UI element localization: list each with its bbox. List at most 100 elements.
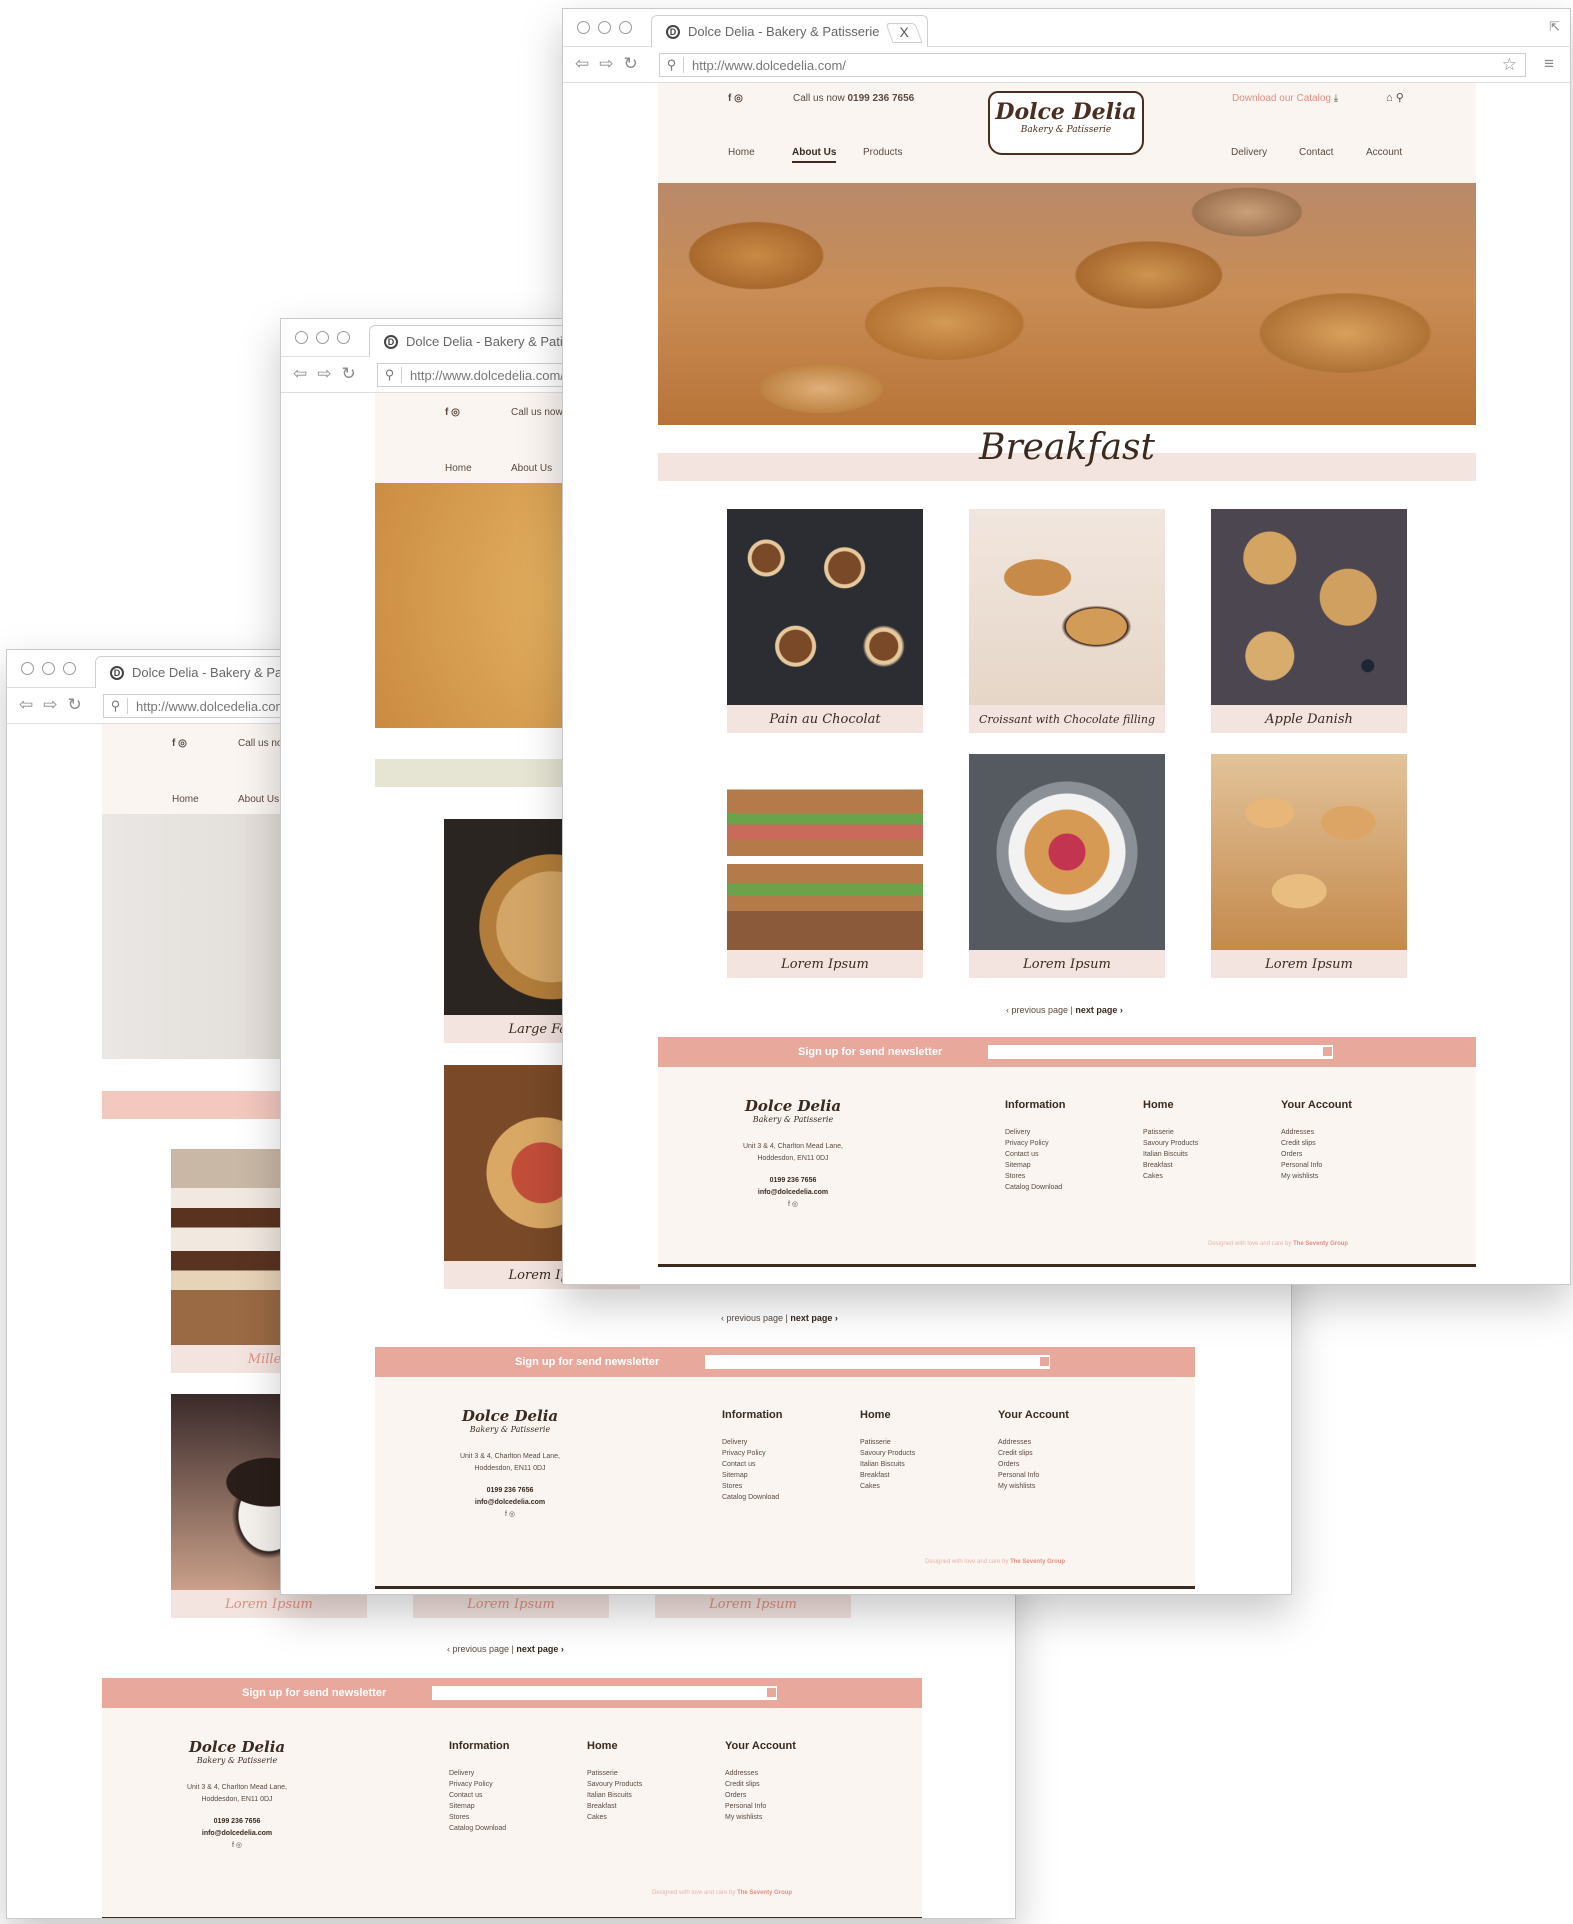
footer-social-icons[interactable]: f ◎	[147, 1840, 327, 1852]
footer-link[interactable]: Patisserie	[860, 1437, 915, 1448]
footer-link[interactable]: Privacy Policy	[1005, 1138, 1066, 1149]
footer-link[interactable]: Breakfast	[1143, 1160, 1198, 1171]
previous-page-link[interactable]: ‹ previous page |	[447, 1644, 514, 1654]
product-card[interactable]: Lorem Ipsum	[969, 754, 1165, 978]
footer-link[interactable]: Catalog Download	[722, 1492, 783, 1503]
social-icons[interactable]: f ◎	[445, 407, 460, 418]
product-card[interactable]: Lorem Ipsum	[655, 1592, 851, 1618]
footer-link[interactable]: Addresses	[998, 1437, 1069, 1448]
nav-home[interactable]: Home	[445, 463, 472, 474]
footer-link[interactable]: Orders	[998, 1459, 1069, 1470]
browser-tab[interactable]: D Dolce Delia - Bakery & Patisserie X	[651, 15, 928, 47]
footer-link[interactable]: My wishlists	[725, 1812, 796, 1823]
footer-link[interactable]: Sitemap	[449, 1801, 510, 1812]
reload-icon[interactable]: ↻	[624, 54, 638, 74]
footer-link[interactable]: Sitemap	[1005, 1160, 1066, 1171]
footer-link[interactable]: Patisserie	[587, 1768, 642, 1779]
footer-link[interactable]: Delivery	[449, 1768, 510, 1779]
next-page-link[interactable]: next page ›	[1075, 1005, 1123, 1015]
footer-link[interactable]: Personal Info	[998, 1470, 1069, 1481]
nav-about[interactable]: About Us	[511, 463, 552, 474]
footer-link[interactable]: Contact us	[449, 1790, 510, 1801]
footer-link[interactable]: Privacy Policy	[449, 1779, 510, 1790]
product-card[interactable]: Croissant with Chocolate filling	[969, 509, 1165, 733]
product-card[interactable]: Lorem Ipsum	[1211, 754, 1407, 978]
forward-icon[interactable]: ⇨	[317, 364, 331, 384]
footer-link[interactable]: Italian Biscuits	[587, 1790, 642, 1801]
window-controls[interactable]	[577, 21, 632, 34]
nav-about[interactable]: About Us	[792, 147, 837, 163]
footer-link[interactable]: My wishlists	[1281, 1171, 1352, 1182]
footer-link[interactable]: Contact us	[722, 1459, 783, 1470]
footer-link[interactable]: Orders	[725, 1790, 796, 1801]
window-resize-icon[interactable]: ⇱	[1549, 19, 1560, 35]
product-card[interactable]: Pain au Chocolat	[727, 509, 923, 733]
window-controls[interactable]	[21, 662, 76, 675]
product-card[interactable]: Lorem Ipsum	[413, 1592, 609, 1618]
download-catalog-link[interactable]: Download our Catalog ⤓	[1232, 93, 1338, 104]
footer-link[interactable]: Catalog Download	[449, 1823, 510, 1834]
footer-link[interactable]: Contact us	[1005, 1149, 1066, 1160]
footer-link[interactable]: Breakfast	[860, 1470, 915, 1481]
next-page-link[interactable]: next page ›	[516, 1644, 564, 1654]
next-page-link[interactable]: next page ›	[790, 1313, 838, 1323]
footer-link[interactable]: Sitemap	[722, 1470, 783, 1481]
previous-page-link[interactable]: ‹ previous page |	[1006, 1005, 1073, 1015]
site-logo[interactable]: Dolce Delia Bakery & Patisserie	[988, 91, 1144, 155]
footer-link[interactable]: Delivery	[1005, 1127, 1066, 1138]
product-card[interactable]: Apple Danish	[1211, 509, 1407, 733]
newsletter-input[interactable]	[705, 1355, 1050, 1369]
footer-email[interactable]: info@dolcedelia.com	[475, 1499, 545, 1506]
window-controls[interactable]	[295, 331, 350, 344]
previous-page-link[interactable]: ‹ previous page |	[721, 1313, 788, 1323]
footer-social-icons[interactable]: f ◎	[703, 1199, 883, 1211]
nav-delivery[interactable]: Delivery	[1231, 147, 1267, 158]
footer-link[interactable]: Cakes	[587, 1812, 642, 1823]
newsletter-input[interactable]	[432, 1686, 777, 1700]
footer-link[interactable]: Personal Info	[1281, 1160, 1352, 1171]
nav-products[interactable]: Products	[863, 147, 902, 158]
mail-icon[interactable]	[766, 1687, 777, 1698]
footer-link[interactable]: Savoury Products	[860, 1448, 915, 1459]
footer-link[interactable]: Addresses	[1281, 1127, 1352, 1138]
back-icon[interactable]: ⇦	[19, 695, 33, 715]
mail-icon[interactable]	[1322, 1046, 1333, 1057]
footer-email[interactable]: info@dolcedelia.com	[202, 1830, 272, 1837]
footer-link[interactable]: Savoury Products	[587, 1779, 642, 1790]
nav-home[interactable]: Home	[172, 794, 199, 805]
back-icon[interactable]: ⇦	[293, 364, 307, 384]
footer-link[interactable]: Italian Biscuits	[1143, 1149, 1198, 1160]
footer-link[interactable]: Credit slips	[998, 1448, 1069, 1459]
footer-link[interactable]: Credit slips	[1281, 1138, 1352, 1149]
newsletter-input[interactable]	[988, 1045, 1333, 1059]
forward-icon[interactable]: ⇨	[43, 695, 57, 715]
nav-home[interactable]: Home	[728, 147, 755, 158]
social-icons[interactable]: f ◎	[728, 93, 743, 104]
browser-menu-icon[interactable]: ≡	[1544, 54, 1554, 74]
footer-social-icons[interactable]: f ◎	[420, 1509, 600, 1521]
footer-link[interactable]: Savoury Products	[1143, 1138, 1198, 1149]
nav-account[interactable]: Account	[1366, 147, 1402, 158]
footer-link[interactable]: Credit slips	[725, 1779, 796, 1790]
footer-link[interactable]: Cakes	[1143, 1171, 1198, 1182]
footer-link[interactable]: Stores	[449, 1812, 510, 1823]
footer-link[interactable]: Personal Info	[725, 1801, 796, 1812]
footer-link[interactable]: Delivery	[722, 1437, 783, 1448]
url-field[interactable]: ⚲ http://www.dolcedelia.com/ ☆	[659, 53, 1526, 77]
reload-icon[interactable]: ↻	[342, 364, 356, 384]
cart-search-icons[interactable]: ⌂ ⚲	[1386, 91, 1404, 104]
product-card[interactable]: Lorem Ipsum	[727, 754, 923, 978]
nav-contact[interactable]: Contact	[1299, 147, 1333, 158]
footer-link[interactable]: My wishlists	[998, 1481, 1069, 1492]
footer-link[interactable]: Cakes	[860, 1481, 915, 1492]
footer-email[interactable]: info@dolcedelia.com	[758, 1189, 828, 1196]
mail-icon[interactable]	[1039, 1356, 1050, 1367]
footer-link[interactable]: Breakfast	[587, 1801, 642, 1812]
reload-icon[interactable]: ↻	[68, 695, 82, 715]
social-icons[interactable]: f ◎	[172, 738, 187, 749]
bookmark-star-icon[interactable]: ☆	[1502, 55, 1517, 75]
back-icon[interactable]: ⇦	[575, 54, 589, 74]
footer-link[interactable]: Patisserie	[1143, 1127, 1198, 1138]
footer-link[interactable]: Privacy Policy	[722, 1448, 783, 1459]
footer-link[interactable]: Orders	[1281, 1149, 1352, 1160]
